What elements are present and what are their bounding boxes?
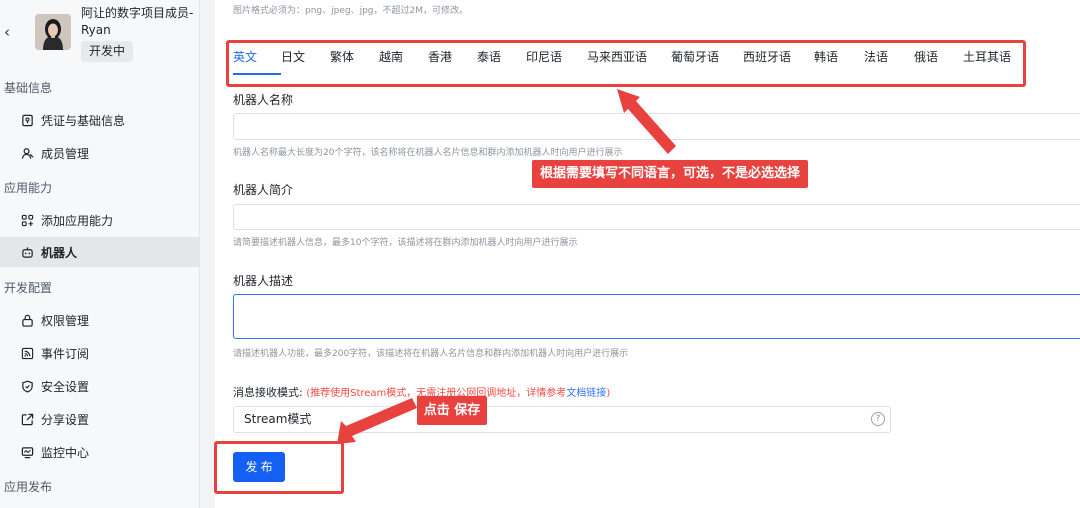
- tabs-annotation-label: 根据需要填写不同语言，可选，不是必选选择: [532, 160, 808, 188]
- back-icon[interactable]: ‹: [4, 24, 16, 40]
- image-format-hint: 图片格式必须为：png、jpeg、jpg，不超过2M，可修改。: [233, 6, 469, 16]
- message-mode-value: Stream模式: [244, 412, 312, 426]
- app-title: 阿让的数字项目成员-Ryan: [81, 6, 194, 37]
- sidebar: ‹ 阿让的数字项目成员-Ryan 开发中 基础信息 凭证与基础信息 成员管理 应…: [0, 0, 200, 508]
- question-circle-icon[interactable]: ?: [871, 412, 885, 426]
- section-app-publish: 应用发布: [4, 480, 53, 494]
- robot-intro-hint: 请简要描述机器人信息，最多10个字符，该描述将在群内添加机器人时向用户进行展示: [233, 238, 578, 248]
- avatar: [35, 14, 71, 50]
- sidebar-item-label: 添加应用能力: [41, 213, 114, 228]
- sidebar-item-monitor[interactable]: 监控中心: [0, 437, 200, 467]
- robot-desc-hint: 请描述机器人功能，最多200字符，该描述将在机器人名片信息和群内添加机器人时向用…: [233, 349, 629, 359]
- message-mode-select[interactable]: Stream模式 ?: [233, 406, 891, 433]
- robot-name-label: 机器人名称: [233, 93, 294, 107]
- robot-name-hint: 机器人名称最大长度为20个字符，该名称将在机器人名片信息和群内添加机器人时向用户…: [233, 148, 623, 158]
- shield-icon: [20, 379, 34, 393]
- rss-icon: [20, 346, 34, 360]
- lock-icon: [20, 313, 34, 327]
- member-icon: [20, 146, 34, 160]
- sidebar-item-label: 事件订阅: [41, 346, 90, 361]
- sidebar-item-robot[interactable]: 机器人: [0, 237, 200, 267]
- tabs-highlight-box: [226, 40, 1026, 87]
- status-badge: 开发中: [81, 41, 134, 62]
- sidebar-item-label: 凭证与基础信息: [41, 113, 126, 128]
- message-mode-note-end: ): [606, 388, 611, 399]
- message-mode-title: 消息接收模式:: [233, 386, 303, 399]
- section-basic-info: 基础信息: [4, 81, 53, 95]
- robot-name-input[interactable]: [233, 113, 1080, 140]
- publish-highlight-box: [214, 441, 344, 494]
- sidebar-item-label: 安全设置: [41, 379, 90, 394]
- docs-link[interactable]: 文档链接: [566, 388, 606, 399]
- sidebar-item-permissions[interactable]: 权限管理: [0, 305, 200, 335]
- save-annotation-label: 点击 保存: [417, 396, 487, 425]
- robot-desc-label: 机器人描述: [233, 274, 294, 288]
- robot-intro-label: 机器人简介: [233, 183, 294, 197]
- sidebar-item-share[interactable]: 分享设置: [0, 404, 200, 434]
- sidebar-item-events[interactable]: 事件订阅: [0, 338, 200, 368]
- sidebar-item-add-capability[interactable]: 添加应用能力: [0, 205, 200, 235]
- section-dev-config: 开发配置: [4, 281, 53, 295]
- sidebar-item-label: 权限管理: [41, 313, 90, 328]
- sidebar-item-label: 监控中心: [41, 445, 90, 460]
- monitor-icon: [20, 445, 34, 459]
- robot-icon: [20, 245, 34, 259]
- sidebar-item-credentials[interactable]: 凭证与基础信息: [0, 105, 200, 135]
- robot-intro-input[interactable]: [233, 204, 1080, 230]
- credential-icon: [20, 113, 34, 127]
- sidebar-item-label: 机器人: [41, 245, 78, 260]
- sidebar-item-security[interactable]: 安全设置: [0, 371, 200, 401]
- sidebar-item-label: 分享设置: [41, 412, 90, 427]
- robot-desc-textarea[interactable]: [233, 294, 1080, 339]
- app-header: ‹ 阿让的数字项目成员-Ryan 开发中: [0, 0, 200, 68]
- sidebar-item-label: 成员管理: [41, 146, 90, 161]
- section-app-capabilities: 应用能力: [4, 181, 53, 195]
- share-icon: [20, 412, 34, 426]
- sidebar-item-members[interactable]: 成员管理: [0, 138, 200, 168]
- grid-plus-icon: [20, 213, 34, 227]
